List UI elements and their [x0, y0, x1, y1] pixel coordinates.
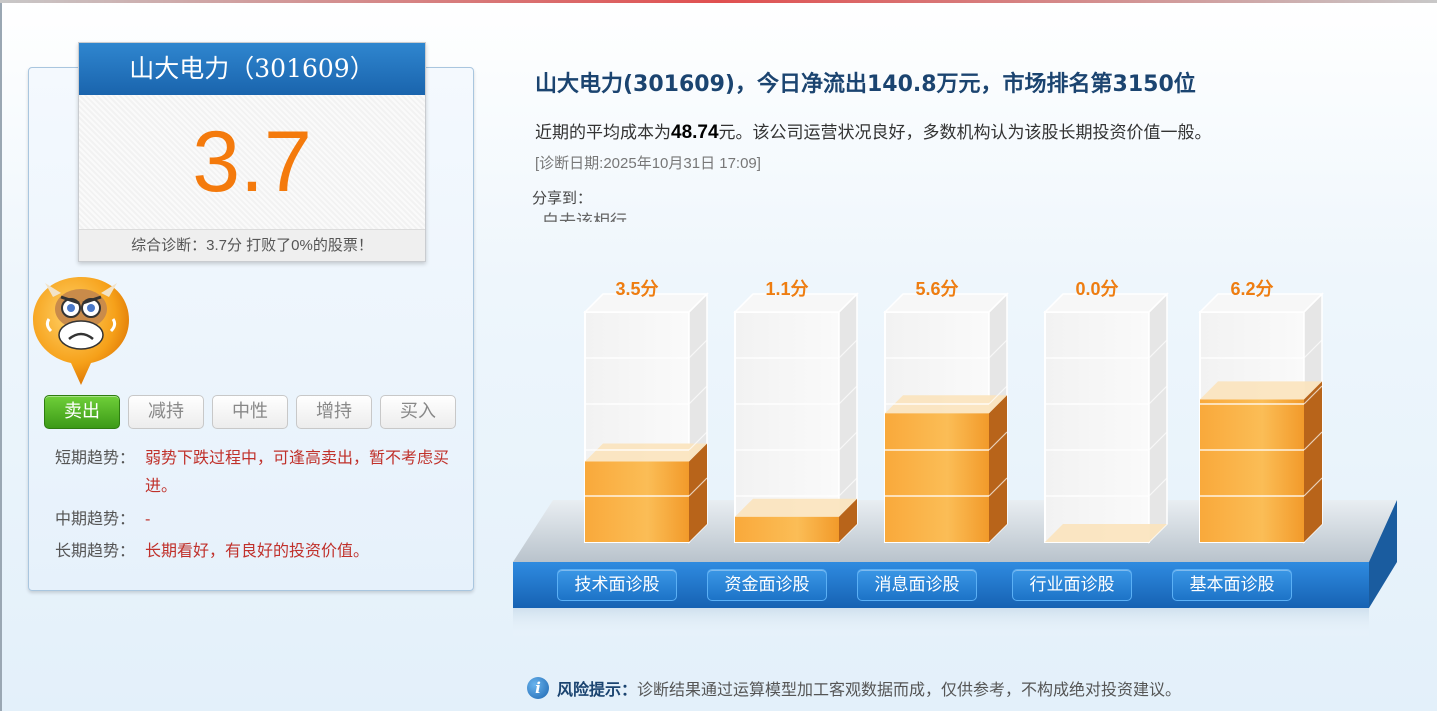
rating-buy-button[interactable]: 买入: [380, 395, 456, 429]
description-prefix: 近期的平均成本为: [535, 123, 671, 143]
bar-fill-top-3: [1045, 524, 1167, 542]
bar-score-label-1: 1.1分: [765, 279, 809, 299]
short-term-label: 短期趋势：: [55, 448, 136, 467]
overall-score: 3.7: [79, 95, 425, 229]
bar-score-label-4: 6.2分: [1230, 279, 1274, 299]
angry-bull-icon: [31, 273, 131, 388]
bar-fill-4: [1200, 399, 1304, 542]
description: 近期的平均成本为48.74元。该公司运营状况良好，多数机构认为该股长期投资价值一…: [535, 118, 1212, 144]
bar-fill-top-0: [585, 443, 707, 462]
headline: 山大电力(301609)，今日净流出140.8万元，市场排名第3150位: [535, 72, 1196, 97]
risk-text: 诊断结果通过运算模型加工客观数据而成，仅供参考，不构成绝对投资建议。: [637, 680, 1182, 699]
mid-term-trend: 中期趋势： -: [55, 505, 455, 533]
bar-score-label-3: 0.0分: [1075, 279, 1119, 299]
mid-term-label: 中期趋势：: [55, 509, 136, 528]
window-left-border: [0, 3, 2, 711]
description-suffix: 元。该公司运营状况良好，多数机构认为该股长期投资价值一般。: [718, 123, 1212, 143]
diagnosis-chart: 3.5分技术面诊股 1.1分资金面诊股 5.6分消息面诊股 0.0分行业面诊股 6.2分…: [505, 260, 1405, 660]
risk-notice: i 风险提示： 诊断结果通过运算模型加工客观数据而成，仅供参考，不构成绝对投资建…: [527, 676, 1181, 700]
short-term-value: 弱势下跌过程中，可逢高卖出，暂不考虑买进。: [145, 448, 450, 495]
bar-1: [733, 292, 859, 544]
category-button-1[interactable]: 资金面诊股: [707, 569, 827, 601]
rating-increase-button[interactable]: 增持: [296, 395, 372, 429]
rating-sell-button[interactable]: 卖出: [44, 395, 120, 429]
category-button-0[interactable]: 技术面诊股: [557, 569, 677, 601]
chart-base-reflection: [513, 608, 1369, 638]
info-icon: i: [527, 677, 549, 699]
bar-container-side-3: [1148, 292, 1168, 544]
chart-bars: [583, 292, 1324, 544]
short-term-trend: 短期趋势： 弱势下跌过程中，可逢高卖出，暂不考虑买进。: [55, 444, 455, 500]
rating-reduce-button[interactable]: 减持: [128, 395, 204, 429]
window-top-border: [0, 0, 1437, 3]
category-button-2[interactable]: 消息面诊股: [857, 569, 977, 601]
rating-neutral-button[interactable]: 中性: [212, 395, 288, 429]
long-term-value: 长期看好，有良好的投资价值。: [145, 541, 370, 560]
bar-fill-side-2: [989, 395, 1007, 542]
long-term-label: 长期趋势：: [55, 541, 136, 560]
risk-label: 风险提示：: [557, 680, 638, 699]
bar-0: [583, 292, 709, 544]
bar-fill-top-4: [1200, 381, 1322, 400]
stock-title: 山大电力（301609）: [79, 43, 425, 95]
average-cost: 48.74: [671, 122, 719, 143]
bar-4: [1198, 292, 1324, 544]
bar-score-label-0: 3.5分: [615, 279, 659, 299]
bar-fill-1: [735, 516, 839, 542]
bar-2: [883, 292, 1009, 544]
bar-fill-2: [885, 413, 989, 542]
bar-fill-0: [585, 461, 689, 542]
share-label: 分享到：: [532, 189, 593, 207]
mid-term-value: -: [145, 509, 151, 528]
bar-fill-side-4: [1304, 381, 1322, 542]
category-button-4[interactable]: 基本面诊股: [1172, 569, 1292, 601]
rating-selector: 卖出 减持 中性 增持 买入: [44, 395, 456, 429]
bar-fill-top-1: [735, 498, 857, 517]
long-term-trend: 长期趋势： 长期看好，有良好的投资价值。: [55, 537, 455, 565]
bar-score-label-2: 5.6分: [915, 279, 959, 299]
diagnosis-date: [诊断日期:2025年10月31日 17:09]: [535, 155, 761, 172]
category-button-3[interactable]: 行业面诊股: [1012, 569, 1132, 601]
bar-3: [1043, 292, 1169, 544]
score-card: 山大电力（301609） 3.7 综合诊断：3.7分 打败了0%的股票！: [78, 42, 426, 262]
clipped-text: 白去该相行: [542, 212, 627, 223]
bar-container-3: [1044, 311, 1150, 543]
score-summary: 综合诊断：3.7分 打败了0%的股票！: [79, 229, 425, 261]
